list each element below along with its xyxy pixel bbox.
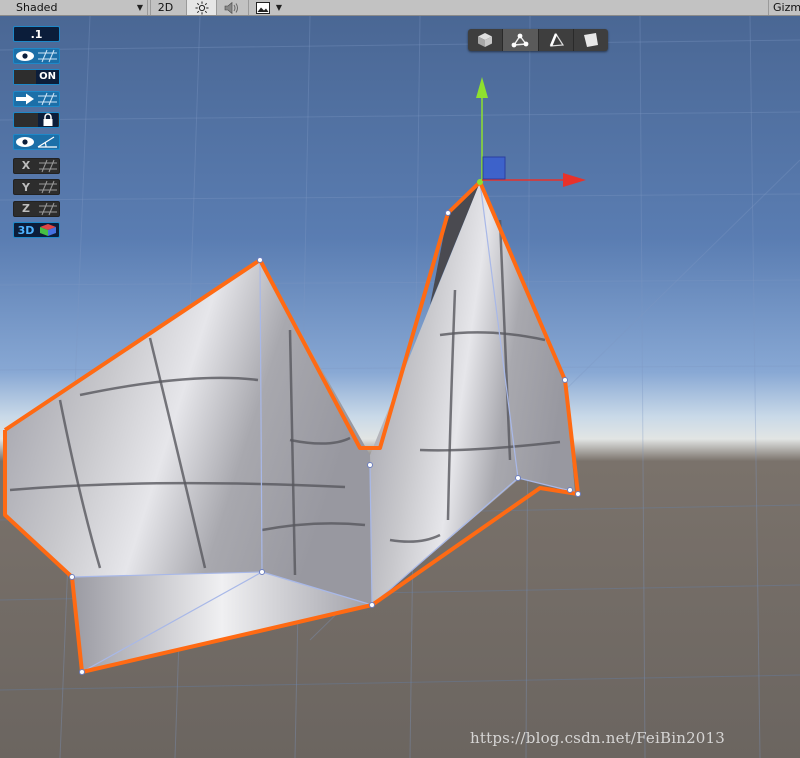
2d-toggle-button[interactable]: 2D [150, 0, 180, 15]
grid-plane-icon [39, 159, 57, 172]
3d-grid-icon [40, 224, 56, 236]
gizmos-label: Gizm [773, 1, 800, 14]
lock-grid-toggle[interactable] [13, 112, 60, 128]
speaker-icon [224, 1, 238, 15]
image-icon [255, 2, 270, 14]
audio-toggle-button[interactable] [216, 0, 246, 15]
xy-plane-handle[interactable] [482, 156, 506, 180]
shading-mode-dropdown[interactable]: Shaded ▼ [0, 0, 148, 15]
axis-z-label: Z [22, 202, 30, 215]
move-gizmo[interactable] [476, 77, 586, 187]
eye-angle-icon [16, 135, 57, 148]
lighting-toggle-button[interactable] [186, 0, 216, 15]
shading-mode-label: Shaded [16, 1, 58, 14]
mesh-object[interactable] [3, 179, 581, 675]
object-mode-button[interactable] [468, 29, 504, 51]
dropdown-arrow-icon: ▼ [136, 3, 143, 12]
x-axis-arrow-icon[interactable] [563, 173, 586, 187]
cube-icon [478, 33, 493, 47]
scene-toolbar: Shaded ▼ 2D ▼ Gizm [0, 0, 800, 16]
grid-visibility-toggle[interactable] [13, 47, 60, 64]
3d-label: 3D [17, 223, 35, 237]
gizmos-dropdown[interactable]: Gizm [768, 0, 800, 15]
grid-snap-tools: .1 ON X Y Z 3D [13, 26, 60, 244]
face-icon [583, 33, 598, 47]
grid-plane-icon [39, 180, 57, 194]
eye-grid-icon [16, 49, 57, 62]
effects-dropdown[interactable]: ▼ [248, 0, 286, 15]
snap-toggle[interactable]: ON [13, 69, 60, 85]
grid-plane-icon [39, 202, 57, 215]
scene-viewport[interactable]: .1 ON X Y Z 3D [0, 16, 800, 758]
lock-icon [38, 113, 58, 127]
edge-mode-button[interactable] [539, 29, 574, 51]
snap-value-field[interactable]: .1 [13, 26, 60, 42]
vertex-mode-button[interactable] [503, 29, 539, 51]
scene-canvas [0, 16, 800, 758]
axis-x-button[interactable]: X [13, 157, 60, 174]
axis-y-label: Y [22, 180, 30, 194]
edge-icon [549, 32, 564, 47]
3d-grid-button[interactable]: 3D [13, 222, 60, 238]
watermark-text: https://blog.csdn.net/FeiBin2013 [470, 729, 726, 747]
axis-x-label: X [21, 159, 31, 172]
angle-visibility-toggle[interactable] [13, 133, 60, 150]
snap-value-label: .1 [30, 27, 43, 41]
y-axis-arrow-icon[interactable] [476, 77, 488, 98]
arrow-grid-icon [16, 92, 57, 105]
vertex-icon [511, 33, 529, 48]
face-mode-button[interactable] [574, 29, 608, 51]
2d-label: 2D [157, 1, 174, 14]
edit-mode-toolbar [468, 29, 608, 51]
snap-on-label: ON [36, 70, 59, 84]
push-to-grid-button[interactable] [13, 90, 60, 107]
sun-icon [195, 1, 208, 15]
axis-y-button[interactable]: Y [13, 179, 60, 195]
dropdown-arrow-icon: ▼ [275, 3, 282, 12]
axis-z-button[interactable]: Z [13, 200, 60, 217]
